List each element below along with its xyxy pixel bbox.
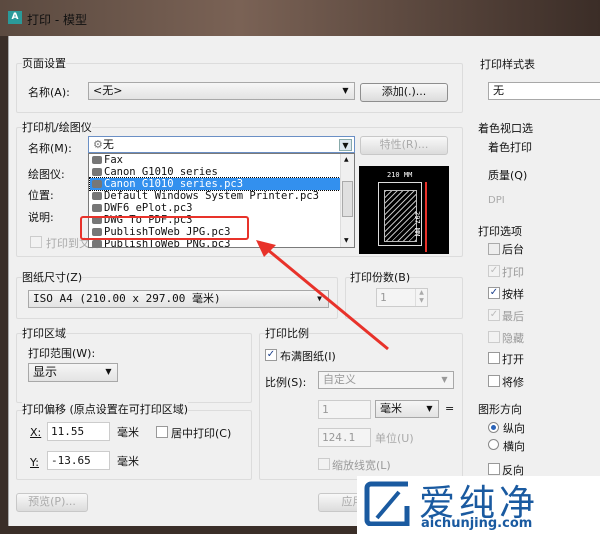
annotation-arrow-icon <box>256 240 389 351</box>
watermark-logo: 爱纯净 aichunjing.com <box>357 476 600 534</box>
watermark-url: aichunjing.com <box>421 516 533 531</box>
watermark-logo-icon <box>364 481 410 526</box>
